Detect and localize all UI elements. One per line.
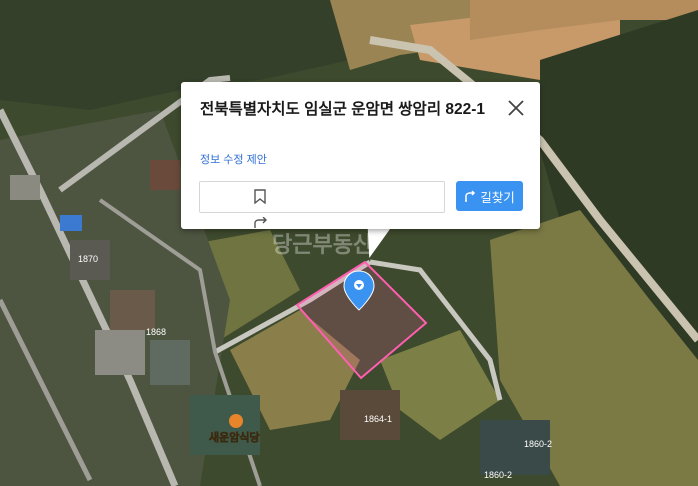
bookmark-icon[interactable] <box>254 189 266 209</box>
satellite-map[interactable]: 당근부동산 1870 1868 1864-1 1860-2 1860-2 새운암… <box>0 0 698 486</box>
edit-info-link[interactable]: 정보 수정 제안 <box>200 151 267 167</box>
directions-button[interactable]: 길찾기 <box>456 181 523 211</box>
building <box>150 160 180 190</box>
popup-title: 전북특별자치도 임실군 운암면 쌍암리 822-1 <box>200 101 486 118</box>
poi-name[interactable]: 새운암식당 <box>209 430 260 445</box>
action-box <box>199 181 445 228</box>
close-icon[interactable] <box>507 99 525 117</box>
parcel-label: 1864-1 <box>364 414 392 424</box>
building-blue <box>60 215 82 231</box>
building <box>10 175 40 200</box>
parcel-label: 1860-2 <box>484 470 512 480</box>
share-icon[interactable] <box>254 216 268 229</box>
parcel-label: 1868 <box>146 327 166 337</box>
restaurant-icon[interactable] <box>229 414 243 428</box>
building <box>150 340 190 385</box>
parcel-label: 1860-2 <box>524 439 552 449</box>
directions-label: 길찾기 <box>480 190 515 205</box>
route-icon <box>465 190 476 202</box>
building <box>110 290 155 330</box>
watermark-text: 당근부동산 <box>272 232 373 257</box>
info-popup: 전북특별자치도 임실군 운암면 쌍암리 822-1 정보 수정 제안 길찾기 <box>181 82 540 229</box>
building <box>95 330 145 375</box>
restaurant-building <box>190 395 260 455</box>
parcel-label: 1870 <box>78 254 98 264</box>
